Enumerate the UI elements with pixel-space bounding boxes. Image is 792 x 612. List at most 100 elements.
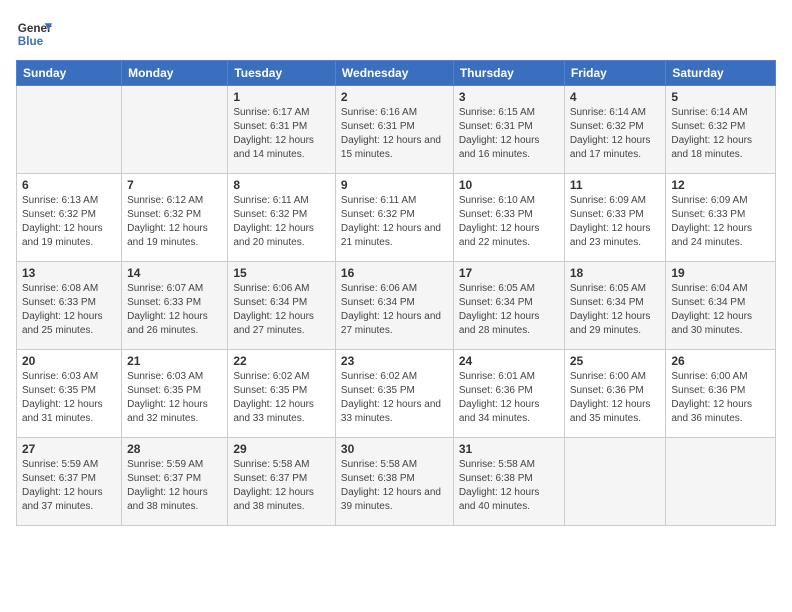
day-number: 24 <box>459 354 559 368</box>
day-info: Sunrise: 6:08 AMSunset: 6:33 PMDaylight:… <box>22 282 116 338</box>
day-number: 3 <box>459 90 559 104</box>
calendar-cell: 22 Sunrise: 6:02 AMSunset: 6:35 PMDaylig… <box>228 350 336 438</box>
calendar-header-monday: Monday <box>122 61 228 86</box>
calendar-cell: 5 Sunrise: 6:14 AMSunset: 6:32 PMDayligh… <box>666 86 776 174</box>
day-info: Sunrise: 5:58 AMSunset: 6:38 PMDaylight:… <box>459 458 559 514</box>
logo-icon: General Blue <box>16 16 52 52</box>
calendar-cell: 25 Sunrise: 6:00 AMSunset: 6:36 PMDaylig… <box>564 350 666 438</box>
calendar-table: SundayMondayTuesdayWednesdayThursdayFrid… <box>16 60 776 526</box>
day-number: 19 <box>671 266 770 280</box>
day-number: 10 <box>459 178 559 192</box>
day-number: 23 <box>341 354 448 368</box>
day-info: Sunrise: 6:02 AMSunset: 6:35 PMDaylight:… <box>341 370 448 426</box>
calendar-header-row: SundayMondayTuesdayWednesdayThursdayFrid… <box>17 61 776 86</box>
day-number: 11 <box>570 178 661 192</box>
calendar-cell: 7 Sunrise: 6:12 AMSunset: 6:32 PMDayligh… <box>122 174 228 262</box>
calendar-cell: 21 Sunrise: 6:03 AMSunset: 6:35 PMDaylig… <box>122 350 228 438</box>
svg-text:Blue: Blue <box>18 35 44 48</box>
calendar-cell: 29 Sunrise: 5:58 AMSunset: 6:37 PMDaylig… <box>228 438 336 526</box>
calendar-cell: 3 Sunrise: 6:15 AMSunset: 6:31 PMDayligh… <box>453 86 564 174</box>
day-number: 26 <box>671 354 770 368</box>
day-info: Sunrise: 6:05 AMSunset: 6:34 PMDaylight:… <box>570 282 661 338</box>
day-info: Sunrise: 6:13 AMSunset: 6:32 PMDaylight:… <box>22 194 116 250</box>
day-info: Sunrise: 6:03 AMSunset: 6:35 PMDaylight:… <box>127 370 222 426</box>
day-number: 13 <box>22 266 116 280</box>
calendar-cell: 15 Sunrise: 6:06 AMSunset: 6:34 PMDaylig… <box>228 262 336 350</box>
day-info: Sunrise: 5:58 AMSunset: 6:37 PMDaylight:… <box>233 458 330 514</box>
calendar-cell: 19 Sunrise: 6:04 AMSunset: 6:34 PMDaylig… <box>666 262 776 350</box>
calendar-cell: 11 Sunrise: 6:09 AMSunset: 6:33 PMDaylig… <box>564 174 666 262</box>
calendar-cell: 16 Sunrise: 6:06 AMSunset: 6:34 PMDaylig… <box>335 262 453 350</box>
day-number: 12 <box>671 178 770 192</box>
day-info: Sunrise: 5:58 AMSunset: 6:38 PMDaylight:… <box>341 458 448 514</box>
day-number: 16 <box>341 266 448 280</box>
day-number: 29 <box>233 442 330 456</box>
day-info: Sunrise: 6:06 AMSunset: 6:34 PMDaylight:… <box>341 282 448 338</box>
calendar-header-sunday: Sunday <box>17 61 122 86</box>
day-number: 6 <box>22 178 116 192</box>
calendar-cell: 2 Sunrise: 6:16 AMSunset: 6:31 PMDayligh… <box>335 86 453 174</box>
day-number: 4 <box>570 90 661 104</box>
calendar-cell: 1 Sunrise: 6:17 AMSunset: 6:31 PMDayligh… <box>228 86 336 174</box>
day-info: Sunrise: 6:09 AMSunset: 6:33 PMDaylight:… <box>570 194 661 250</box>
day-number: 9 <box>341 178 448 192</box>
calendar-cell: 31 Sunrise: 5:58 AMSunset: 6:38 PMDaylig… <box>453 438 564 526</box>
day-number: 2 <box>341 90 448 104</box>
day-info: Sunrise: 5:59 AMSunset: 6:37 PMDaylight:… <box>22 458 116 514</box>
calendar-cell: 4 Sunrise: 6:14 AMSunset: 6:32 PMDayligh… <box>564 86 666 174</box>
day-number: 28 <box>127 442 222 456</box>
day-info: Sunrise: 6:03 AMSunset: 6:35 PMDaylight:… <box>22 370 116 426</box>
calendar-cell: 30 Sunrise: 5:58 AMSunset: 6:38 PMDaylig… <box>335 438 453 526</box>
calendar-header-thursday: Thursday <box>453 61 564 86</box>
calendar-week-row: 6 Sunrise: 6:13 AMSunset: 6:32 PMDayligh… <box>17 174 776 262</box>
calendar-cell: 6 Sunrise: 6:13 AMSunset: 6:32 PMDayligh… <box>17 174 122 262</box>
day-info: Sunrise: 6:14 AMSunset: 6:32 PMDaylight:… <box>671 106 770 162</box>
calendar-cell: 17 Sunrise: 6:05 AMSunset: 6:34 PMDaylig… <box>453 262 564 350</box>
day-info: Sunrise: 6:15 AMSunset: 6:31 PMDaylight:… <box>459 106 559 162</box>
day-number: 7 <box>127 178 222 192</box>
calendar-cell: 28 Sunrise: 5:59 AMSunset: 6:37 PMDaylig… <box>122 438 228 526</box>
day-number: 1 <box>233 90 330 104</box>
calendar-week-row: 1 Sunrise: 6:17 AMSunset: 6:31 PMDayligh… <box>17 86 776 174</box>
calendar-cell: 14 Sunrise: 6:07 AMSunset: 6:33 PMDaylig… <box>122 262 228 350</box>
calendar-week-row: 27 Sunrise: 5:59 AMSunset: 6:37 PMDaylig… <box>17 438 776 526</box>
day-number: 20 <box>22 354 116 368</box>
calendar-week-row: 20 Sunrise: 6:03 AMSunset: 6:35 PMDaylig… <box>17 350 776 438</box>
calendar-header-wednesday: Wednesday <box>335 61 453 86</box>
calendar-week-row: 13 Sunrise: 6:08 AMSunset: 6:33 PMDaylig… <box>17 262 776 350</box>
day-number: 5 <box>671 90 770 104</box>
day-info: Sunrise: 6:02 AMSunset: 6:35 PMDaylight:… <box>233 370 330 426</box>
day-number: 18 <box>570 266 661 280</box>
day-info: Sunrise: 6:00 AMSunset: 6:36 PMDaylight:… <box>671 370 770 426</box>
calendar-cell: 18 Sunrise: 6:05 AMSunset: 6:34 PMDaylig… <box>564 262 666 350</box>
calendar-cell: 9 Sunrise: 6:11 AMSunset: 6:32 PMDayligh… <box>335 174 453 262</box>
day-number: 22 <box>233 354 330 368</box>
day-info: Sunrise: 6:04 AMSunset: 6:34 PMDaylight:… <box>671 282 770 338</box>
calendar-cell <box>564 438 666 526</box>
calendar-cell: 13 Sunrise: 6:08 AMSunset: 6:33 PMDaylig… <box>17 262 122 350</box>
calendar-cell: 20 Sunrise: 6:03 AMSunset: 6:35 PMDaylig… <box>17 350 122 438</box>
day-number: 25 <box>570 354 661 368</box>
day-info: Sunrise: 6:16 AMSunset: 6:31 PMDaylight:… <box>341 106 448 162</box>
day-info: Sunrise: 6:06 AMSunset: 6:34 PMDaylight:… <box>233 282 330 338</box>
day-info: Sunrise: 6:17 AMSunset: 6:31 PMDaylight:… <box>233 106 330 162</box>
day-number: 17 <box>459 266 559 280</box>
day-info: Sunrise: 6:07 AMSunset: 6:33 PMDaylight:… <box>127 282 222 338</box>
calendar-cell <box>666 438 776 526</box>
calendar-header-friday: Friday <box>564 61 666 86</box>
calendar-cell: 24 Sunrise: 6:01 AMSunset: 6:36 PMDaylig… <box>453 350 564 438</box>
day-info: Sunrise: 6:14 AMSunset: 6:32 PMDaylight:… <box>570 106 661 162</box>
day-info: Sunrise: 6:10 AMSunset: 6:33 PMDaylight:… <box>459 194 559 250</box>
calendar-header-saturday: Saturday <box>666 61 776 86</box>
calendar-cell: 10 Sunrise: 6:10 AMSunset: 6:33 PMDaylig… <box>453 174 564 262</box>
day-info: Sunrise: 5:59 AMSunset: 6:37 PMDaylight:… <box>127 458 222 514</box>
calendar-cell: 8 Sunrise: 6:11 AMSunset: 6:32 PMDayligh… <box>228 174 336 262</box>
day-info: Sunrise: 6:09 AMSunset: 6:33 PMDaylight:… <box>671 194 770 250</box>
day-number: 21 <box>127 354 222 368</box>
day-number: 8 <box>233 178 330 192</box>
logo: General Blue <box>16 16 52 52</box>
calendar-cell: 23 Sunrise: 6:02 AMSunset: 6:35 PMDaylig… <box>335 350 453 438</box>
page-header: General Blue <box>16 16 776 52</box>
day-info: Sunrise: 6:11 AMSunset: 6:32 PMDaylight:… <box>233 194 330 250</box>
calendar-cell: 26 Sunrise: 6:00 AMSunset: 6:36 PMDaylig… <box>666 350 776 438</box>
